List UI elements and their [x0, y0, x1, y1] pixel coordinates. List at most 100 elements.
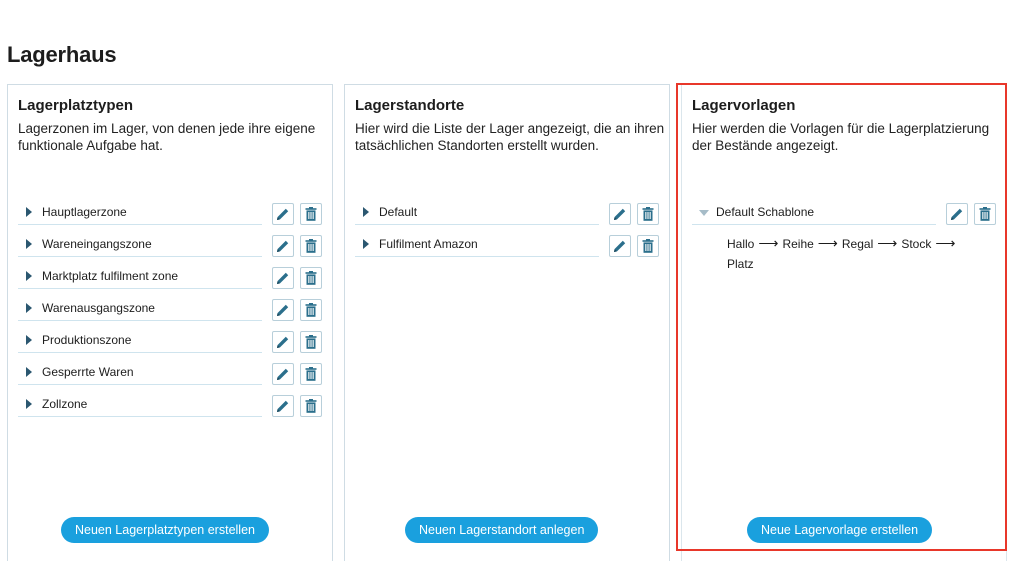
trash-icon [979, 207, 991, 221]
card-description: Hier werden die Vorlagen für die Lagerpl… [692, 121, 990, 153]
delete-button[interactable] [300, 331, 322, 353]
path-step: Reihe [782, 237, 814, 251]
item-label: Hauptlagerzone [42, 205, 127, 219]
trash-icon [305, 271, 317, 285]
item-name-wrap[interactable]: Gesperrte Waren [18, 361, 262, 385]
card-description: Lagerzonen im Lager, von denen jede ihre… [18, 121, 316, 153]
list-item[interactable]: Default [355, 195, 661, 227]
edit-button[interactable] [609, 235, 631, 257]
item-name-wrap[interactable]: Fulfilment Amazon [355, 233, 599, 257]
pencil-icon [277, 336, 289, 348]
list-item[interactable]: Warenausgangszone [18, 291, 324, 323]
pencil-icon [614, 208, 626, 220]
pencil-icon [277, 368, 289, 380]
edit-button[interactable] [272, 299, 294, 321]
create-lagerstandort-button[interactable]: Neuen Lagerstandort anlegen [405, 517, 599, 543]
arrow-right-icon: ⟶ [758, 235, 779, 251]
card-title: Lagerplatztypen [18, 97, 134, 114]
list-item[interactable]: Zollzone [18, 387, 324, 419]
list-item[interactable]: Default Schablone [692, 195, 998, 227]
item-list: Default Schablone [692, 195, 998, 227]
delete-button[interactable] [300, 299, 322, 321]
item-name-wrap[interactable]: Zollzone [18, 393, 262, 417]
card-lagerplatztypen: Lagerplatztypen Lagerzonen im Lager, von… [7, 84, 333, 561]
caret-down-icon[interactable] [699, 210, 709, 216]
edit-button[interactable] [272, 203, 294, 225]
caret-right-icon[interactable] [26, 399, 32, 409]
path-step: Hallo [727, 237, 755, 251]
caret-right-icon[interactable] [26, 207, 32, 217]
item-label: Gesperrte Waren [42, 365, 134, 379]
arrow-right-icon: ⟶ [877, 235, 898, 251]
arrow-right-icon: ⟶ [935, 235, 956, 251]
pencil-icon [277, 304, 289, 316]
item-name-wrap[interactable]: Hauptlagerzone [18, 201, 262, 225]
edit-button[interactable] [272, 331, 294, 353]
item-label: Zollzone [42, 397, 88, 411]
list-item[interactable]: Produktionszone [18, 323, 324, 355]
item-name-wrap[interactable]: Produktionszone [18, 329, 262, 353]
caret-right-icon[interactable] [363, 239, 369, 249]
item-name-wrap[interactable]: Default Schablone [692, 201, 936, 225]
list-item[interactable]: Hauptlagerzone [18, 195, 324, 227]
list-item[interactable]: Fulfilment Amazon [355, 227, 661, 259]
caret-right-icon[interactable] [26, 335, 32, 345]
caret-right-icon[interactable] [363, 207, 369, 217]
card-title: Lagervorlagen [692, 97, 796, 114]
caret-right-icon[interactable] [26, 303, 32, 313]
delete-button[interactable] [300, 267, 322, 289]
pencil-icon [277, 272, 289, 284]
trash-icon [305, 367, 317, 381]
item-label: Fulfilment Amazon [379, 237, 478, 251]
pencil-icon [951, 208, 963, 220]
item-name-wrap[interactable]: Wareneingangszone [18, 233, 262, 257]
edit-button[interactable] [609, 203, 631, 225]
trash-icon [305, 207, 317, 221]
delete-button[interactable] [300, 363, 322, 385]
trash-icon [642, 239, 654, 253]
item-list: Hauptlagerzone Wareneingangszone Marktpl… [18, 195, 324, 419]
trash-icon [305, 335, 317, 349]
card-lagerstandorte: Lagerstandorte Hier wird die Liste der L… [344, 84, 670, 561]
delete-button[interactable] [300, 235, 322, 257]
path-step: Regal [841, 237, 874, 251]
page-title: Lagerhaus [7, 42, 117, 67]
item-label: Default Schablone [716, 205, 815, 219]
trash-icon [305, 239, 317, 253]
item-label: Marktplatz fulfilment zone [42, 269, 179, 283]
pencil-icon [277, 240, 289, 252]
delete-button[interactable] [974, 203, 996, 225]
caret-right-icon[interactable] [26, 367, 32, 377]
delete-button[interactable] [300, 203, 322, 225]
item-label: Produktionszone [42, 333, 132, 347]
edit-button[interactable] [272, 395, 294, 417]
template-path: Hallo ⟶ Reihe ⟶ Regal ⟶ Stock ⟶ Platz [727, 233, 977, 274]
edit-button[interactable] [272, 363, 294, 385]
create-lagervorlage-button[interactable]: Neue Lagervorlage erstellen [747, 517, 933, 543]
delete-button[interactable] [637, 235, 659, 257]
pencil-icon [614, 240, 626, 252]
list-item[interactable]: Marktplatz fulfilment zone [18, 259, 324, 291]
delete-button[interactable] [300, 395, 322, 417]
pencil-icon [277, 400, 289, 412]
card-title: Lagerstandorte [355, 97, 465, 114]
trash-icon [642, 207, 654, 221]
trash-icon [305, 399, 317, 413]
trash-icon [305, 303, 317, 317]
card-lagervorlagen: Lagervorlagen Hier werden die Vorlagen f… [681, 84, 1007, 561]
item-name-wrap[interactable]: Warenausgangszone [18, 297, 262, 321]
edit-button[interactable] [946, 203, 968, 225]
card-description: Hier wird die Liste der Lager angezeigt,… [355, 121, 665, 153]
list-item[interactable]: Wareneingangszone [18, 227, 324, 259]
pencil-icon [277, 208, 289, 220]
caret-right-icon[interactable] [26, 271, 32, 281]
edit-button[interactable] [272, 267, 294, 289]
create-lagerplatztyp-button[interactable]: Neuen Lagerplatztypen erstellen [61, 517, 269, 543]
delete-button[interactable] [637, 203, 659, 225]
caret-right-icon[interactable] [26, 239, 32, 249]
list-item[interactable]: Gesperrte Waren [18, 355, 324, 387]
item-name-wrap[interactable]: Default [355, 201, 599, 225]
item-label: Warenausgangszone [42, 301, 155, 315]
edit-button[interactable] [272, 235, 294, 257]
item-name-wrap[interactable]: Marktplatz fulfilment zone [18, 265, 262, 289]
